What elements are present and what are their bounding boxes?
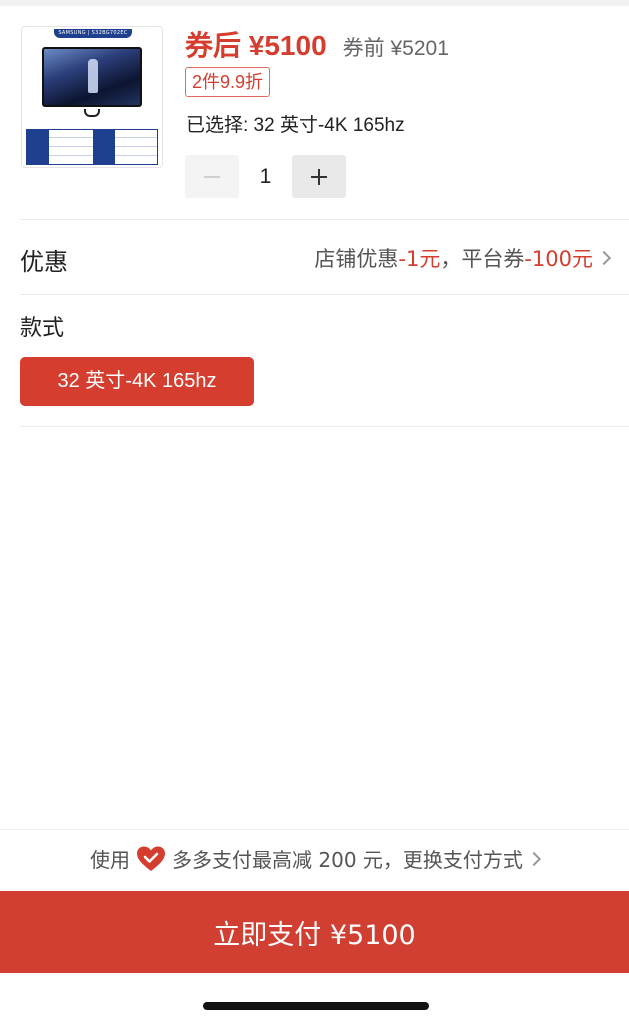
- pay-now-button[interactable]: 立即支付 ¥5100: [0, 891, 629, 973]
- product-image[interactable]: SAMSUNG | S32BG702EC: [21, 26, 163, 168]
- selected-variant-text: 已选择: 32 英寸-4K 165hz: [186, 115, 405, 136]
- divider: [20, 426, 629, 427]
- price-after-coupon: 券后 ¥5100: [185, 30, 327, 61]
- style-label: 款式: [20, 316, 65, 341]
- thumb-brand-banner: SAMSUNG | S32BG702EC: [54, 29, 132, 38]
- payment-prefix: 使用: [90, 848, 131, 872]
- divider: [0, 829, 629, 830]
- monitor-screen: [42, 47, 142, 107]
- deal-tag: 2件9.9折: [185, 67, 271, 97]
- heart-icon: [136, 845, 166, 873]
- price-row: 券后 ¥5100 券前 ¥5201: [185, 24, 449, 64]
- increase-button[interactable]: [292, 155, 346, 198]
- shop-discount-text: 店铺优惠: [314, 247, 399, 271]
- platform-coupon-text: 平台券: [461, 247, 525, 271]
- payment-tip-text: 多多支付最高减 200 元，更换支付方式: [172, 848, 523, 872]
- discount-separator: ，: [440, 247, 462, 271]
- discount-label: 优惠: [20, 248, 68, 276]
- shop-discount-amount: -1元: [398, 247, 441, 271]
- home-indicator: [203, 1002, 429, 1010]
- quantity-value[interactable]: 1: [239, 165, 292, 189]
- divider: [20, 294, 629, 295]
- plus-icon: [311, 168, 327, 185]
- platform-coupon-amount: -100元: [524, 247, 593, 271]
- payment-tip[interactable]: 使用 多多支付最高减 200 元，更换支付方式: [0, 844, 629, 873]
- quantity-stepper: 1: [185, 155, 346, 198]
- decrease-button[interactable]: [185, 155, 239, 198]
- discount-info[interactable]: 店铺优惠 -1元 ， 平台券 -100元: [314, 243, 612, 273]
- chevron-right-icon: [526, 851, 542, 866]
- monitor-stand: [84, 109, 100, 117]
- chevron-right-icon: [596, 250, 612, 266]
- top-strip: [0, 0, 629, 6]
- monitor-figure: [88, 59, 98, 93]
- price-before-coupon: 券前 ¥5201: [342, 37, 449, 60]
- minus-icon: [204, 175, 220, 178]
- style-option-selected[interactable]: 32 英寸-4K 165hz: [20, 357, 254, 406]
- spec-table-graphic: [26, 129, 158, 165]
- divider: [20, 219, 629, 220]
